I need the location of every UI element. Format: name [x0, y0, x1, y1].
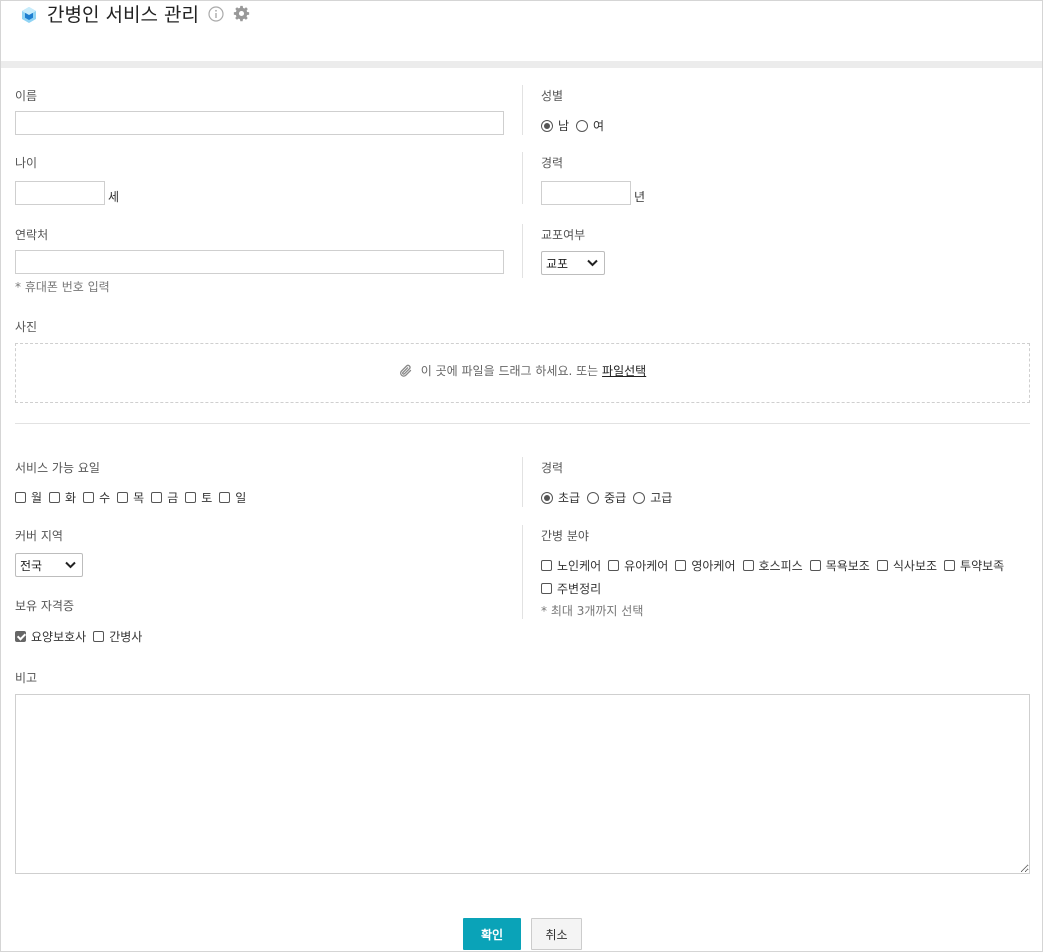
page-title: 간병인 서비스 관리	[47, 4, 199, 26]
care-checkbox-bath[interactable]	[809, 560, 821, 571]
name-label: 이름	[15, 89, 38, 103]
section-divider	[15, 423, 1030, 424]
age-label: 나이	[15, 156, 38, 170]
dropzone-content: 이 곳에 파일을 드래그 하세요. 또는 파일선택	[16, 362, 1029, 379]
chevron-down-icon	[65, 561, 76, 569]
memo-label: 비고	[15, 671, 38, 685]
day-option-label: 토	[201, 491, 213, 505]
header-separator	[1, 61, 1042, 68]
page-header: 간병인 서비스 관리	[1, 1, 1042, 61]
info-icon[interactable]	[208, 6, 224, 22]
care-option-label: 목욕보조	[825, 559, 870, 573]
care-option-label: 투약보족	[960, 559, 1005, 573]
care-checkbox-child[interactable]	[608, 560, 620, 571]
care-checkbox-infant[interactable]	[675, 560, 687, 571]
career-option-label: 초급	[558, 491, 581, 505]
resident-label: 교포여부	[541, 228, 586, 242]
day-option-label: 화	[65, 491, 77, 505]
gender-radio-group: 남 여	[541, 117, 611, 134]
resident-select[interactable]: 교포	[541, 251, 605, 275]
memo-textarea[interactable]	[15, 694, 1030, 874]
day-checkbox-tue[interactable]	[49, 492, 61, 503]
region-select-value: 전국	[20, 558, 43, 573]
dropzone-text: 이 곳에 파일을 드래그 하세요. 또는	[420, 364, 599, 378]
day-option-label: 수	[99, 491, 111, 505]
gender-radio-female[interactable]	[576, 119, 589, 132]
care-checkbox-medication[interactable]	[944, 560, 956, 571]
service-days-label: 서비스 가능 요일	[15, 461, 100, 475]
day-option-label: 목	[133, 491, 145, 505]
career-radio-beginner[interactable]	[541, 491, 553, 504]
career-years-input[interactable]	[541, 181, 631, 205]
gender-option-label: 남	[558, 119, 570, 133]
care-option-label: 유아케어	[624, 559, 669, 573]
cert-checkbox-care-worker[interactable]	[15, 631, 26, 642]
certificates-label: 보유 자격증	[15, 599, 75, 613]
column-divider	[522, 457, 523, 507]
care-checkbox-tidying[interactable]	[541, 583, 552, 594]
chevron-down-icon	[587, 259, 598, 267]
day-option-label: 일	[235, 491, 247, 505]
care-checkbox-elderly[interactable]	[541, 560, 552, 571]
age-input[interactable]	[15, 181, 105, 205]
file-select-link[interactable]: 파일선택	[602, 364, 646, 378]
service-days-group: 월 화 수 목 금 토 일	[15, 489, 253, 506]
day-checkbox-thu[interactable]	[117, 492, 129, 503]
career-radio-advanced[interactable]	[633, 491, 646, 504]
certificates-group: 요양보호사 간병사	[15, 628, 149, 645]
cert-option-label: 간병사	[109, 630, 143, 644]
care-option-label: 주변정리	[557, 582, 602, 596]
career-radio-intermediate[interactable]	[587, 491, 600, 504]
column-divider	[522, 525, 523, 619]
day-checkbox-sun[interactable]	[219, 492, 231, 503]
contact-label: 연락처	[15, 228, 49, 242]
career-years-label: 경력	[541, 156, 564, 170]
age-unit: 세	[108, 190, 120, 204]
care-checkbox-hospice[interactable]	[742, 560, 754, 571]
name-input[interactable]	[15, 111, 504, 135]
day-option-label: 월	[31, 491, 43, 505]
cert-checkbox-caregiver[interactable]	[93, 631, 105, 642]
day-checkbox-wed[interactable]	[83, 492, 95, 503]
column-divider	[522, 152, 523, 204]
care-option-label: 식사보조	[892, 559, 938, 573]
care-field-label: 간병 분야	[541, 529, 589, 543]
paperclip-icon	[399, 364, 411, 377]
region-select[interactable]: 전국	[15, 553, 83, 577]
career-years-unit: 년	[634, 190, 646, 204]
cancel-button[interactable]: 취소	[531, 918, 582, 950]
column-divider	[522, 224, 523, 278]
region-label: 커버 지역	[15, 529, 63, 543]
career-level-label: 경력	[541, 461, 564, 475]
care-option-label: 호스피스	[758, 559, 803, 573]
photo-dropzone[interactable]: 이 곳에 파일을 드래그 하세요. 또는 파일선택	[15, 343, 1030, 403]
care-option-label: 노인케어	[557, 559, 602, 573]
contact-note: * 휴대폰 번호 입력	[15, 280, 110, 294]
gender-label: 성별	[541, 89, 564, 103]
career-option-label: 고급	[650, 491, 673, 505]
career-option-label: 중급	[604, 491, 627, 505]
care-option-label: 영아케어	[691, 559, 736, 573]
care-field-group-row2: 주변정리	[541, 580, 608, 597]
app-logo-icon	[22, 7, 36, 23]
day-checkbox-sat[interactable]	[185, 492, 197, 503]
cert-option-label: 요양보호사	[31, 630, 87, 644]
care-field-group: 노인케어 유아케어 영아케어 호스피스 목욕보조 식사보조 투약보족	[541, 557, 1011, 574]
photo-label: 사진	[15, 320, 38, 334]
day-checkbox-mon[interactable]	[15, 492, 26, 503]
gender-radio-male[interactable]	[541, 119, 553, 132]
resident-select-value: 교포	[546, 256, 569, 271]
contact-input[interactable]	[15, 250, 504, 274]
confirm-button[interactable]: 확인	[463, 918, 521, 950]
care-checkbox-meal[interactable]	[876, 560, 888, 571]
column-divider	[522, 85, 523, 135]
gender-option-label: 여	[593, 119, 605, 133]
gear-icon[interactable]	[233, 5, 250, 22]
day-checkbox-fri[interactable]	[151, 492, 163, 503]
day-option-label: 금	[167, 491, 179, 505]
care-field-note: * 최대 3개까지 선택	[541, 604, 644, 618]
career-level-group: 초급 중급 고급	[541, 489, 679, 506]
